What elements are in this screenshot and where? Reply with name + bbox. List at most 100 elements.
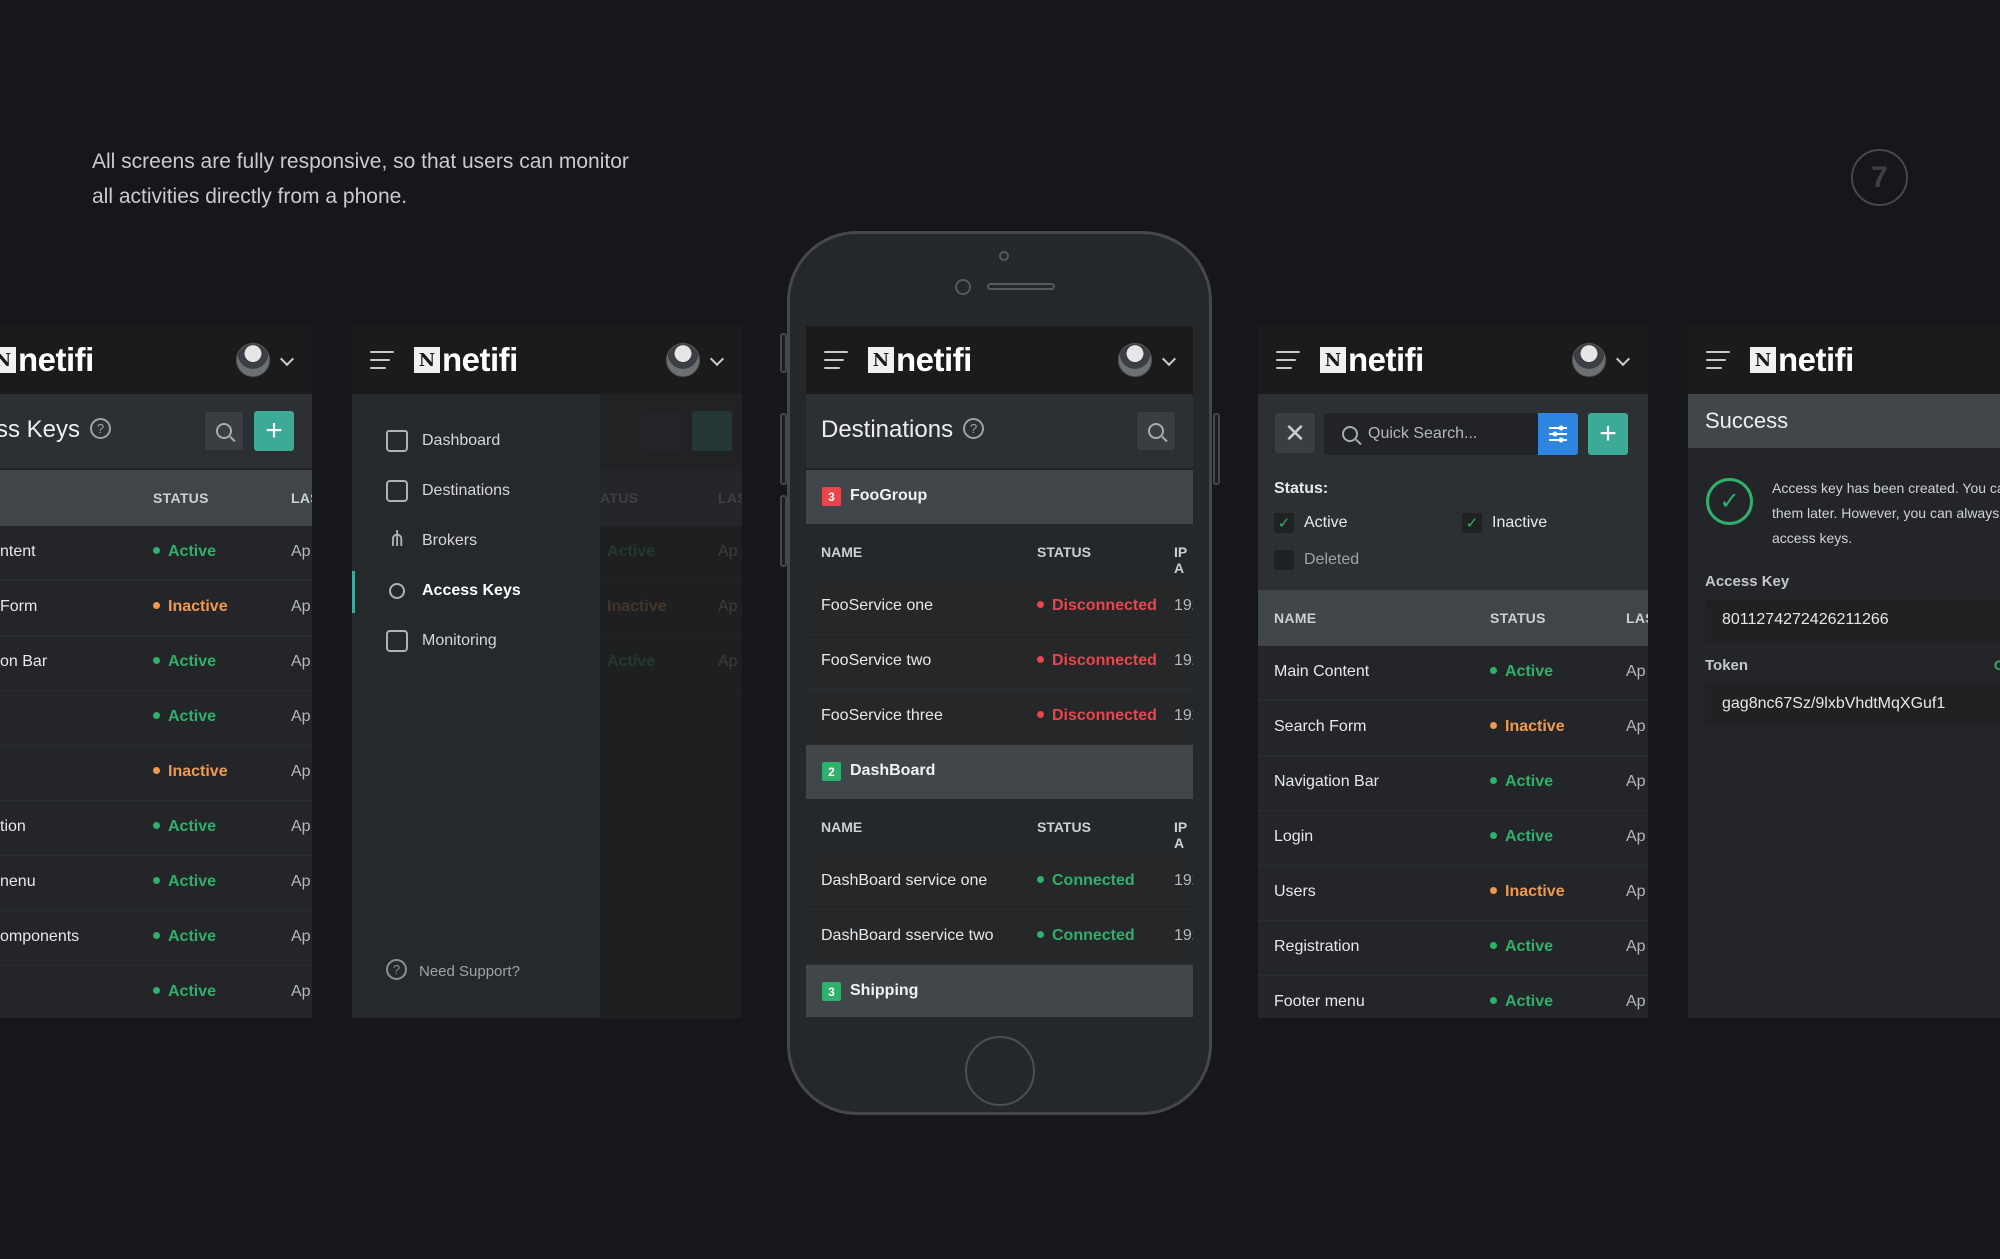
copy-token-button[interactable]: C: [1994, 657, 2000, 673]
table-row[interactable]: omponents Active Ap: [0, 911, 312, 966]
logo[interactable]: N netifi: [414, 341, 518, 378]
hamburger-menu-icon[interactable]: [1706, 351, 1730, 369]
column-status[interactable]: STATUS: [153, 490, 209, 506]
chevron-down-icon[interactable]: [1615, 351, 1631, 367]
group-header[interactable]: 3 FooGroup: [806, 470, 1193, 524]
table-row[interactable]: DashBoard service one Connected 192: [806, 855, 1193, 910]
user-avatar[interactable]: [1118, 343, 1152, 377]
user-avatar[interactable]: [1572, 343, 1606, 377]
hamburger-menu-icon[interactable]: [824, 351, 848, 369]
close-icon: ✕: [1284, 417, 1306, 448]
group-count-badge: 3: [822, 982, 841, 1001]
column-last[interactable]: LAS: [291, 490, 312, 506]
logo[interactable]: N netifi: [1320, 343, 1424, 376]
table-row[interactable]: Search Form Inactive Ap: [1258, 701, 1648, 756]
column-ip[interactable]: IP A: [1174, 819, 1193, 851]
user-avatar[interactable]: [666, 343, 700, 377]
filter-deleted-checkbox[interactable]: Deleted: [1274, 550, 1359, 570]
table-row[interactable]: Active Ap: [0, 691, 312, 746]
logo[interactable]: N netifi: [868, 343, 972, 376]
table-row[interactable]: FooService two Disconnected 192: [806, 635, 1193, 690]
search-button[interactable]: [204, 411, 244, 451]
chevron-down-icon[interactable]: [1161, 351, 1177, 367]
ip-cell: 192: [1174, 927, 1193, 944]
table-row[interactable]: Inactive Ap: [0, 746, 312, 801]
table-row[interactable]: Users Inactive Ap: [1258, 866, 1648, 921]
table-header: NAME STATUS IP A: [806, 524, 1193, 580]
logo[interactable]: N netifi: [1750, 343, 1854, 376]
table-row[interactable]: DashBoard sservice two Connected 192: [806, 910, 1193, 965]
status-badge: Active: [153, 543, 216, 561]
column-status[interactable]: STATUS: [1037, 819, 1091, 835]
sidebar-item-brokers[interactable]: Brokers: [386, 526, 477, 556]
table-row[interactable]: FooService one Disconnected 192: [806, 580, 1193, 635]
filter-inactive-checkbox[interactable]: ✓ Inactive: [1462, 513, 1547, 533]
column-name[interactable]: NAME: [821, 819, 862, 835]
help-icon[interactable]: ?: [90, 418, 112, 440]
last-cell: Ap: [1626, 718, 1646, 735]
sidebar-item-dashboard[interactable]: Dashboard: [386, 426, 500, 456]
column-ip[interactable]: IP A: [1174, 544, 1193, 576]
add-button[interactable]: +: [254, 411, 294, 451]
table-row[interactable]: ntent Active Ap: [0, 526, 312, 581]
name-cell: Main Content: [1274, 663, 1370, 680]
last-cell: Ap: [291, 543, 311, 560]
user-avatar[interactable]: [236, 343, 270, 377]
table-row[interactable]: Login Active Ap: [1258, 811, 1648, 866]
table-row[interactable]: Registration Active Ap: [1258, 921, 1648, 976]
hamburger-menu-icon[interactable]: [1276, 351, 1300, 369]
table-row[interactable]: Form Inactive Ap: [0, 581, 312, 636]
name-cell: DashBoard service one: [821, 872, 988, 889]
pulse-icon: [386, 630, 408, 652]
sidebar-item-destinations[interactable]: Destinations: [386, 476, 510, 506]
column-status[interactable]: STATUS: [1037, 544, 1091, 560]
dimmed-content[interactable]: ATUS LAS ActiveAp InactiveAp ActiveAp: [600, 394, 742, 1018]
page-title: ss Keys?: [0, 416, 112, 444]
table-row[interactable]: FooService three Disconnected 192: [806, 690, 1193, 745]
table-row[interactable]: Active Ap: [0, 966, 312, 1018]
table-row[interactable]: Footer menu Active Ap: [1258, 976, 1648, 1018]
filter-settings-button[interactable]: [1538, 413, 1578, 455]
column-name[interactable]: NAME: [1274, 610, 1316, 626]
table-row[interactable]: Navigation Bar Active Ap: [1258, 756, 1648, 811]
group-header[interactable]: 2 DashBoard: [806, 745, 1193, 799]
logo-text: netifi: [442, 341, 518, 378]
success-check-icon: ✓: [1706, 478, 1753, 525]
table-row[interactable]: Main Content Active Ap: [1258, 646, 1648, 701]
chevron-down-icon[interactable]: [279, 351, 295, 367]
chevron-down-icon[interactable]: [709, 351, 725, 367]
ip-cell: 192: [1174, 707, 1193, 724]
hamburger-menu-icon[interactable]: [370, 351, 394, 369]
sidebar-item-label: Access Keys: [422, 582, 521, 599]
name-cell: ntent: [0, 543, 36, 560]
token-field[interactable]: gag8nc67Sz/9lxbVhdtMqXGuf1: [1705, 684, 2000, 726]
ip-cell: 192: [1174, 872, 1193, 889]
page-title-text: Destinations: [821, 416, 954, 443]
table-row[interactable]: on Bar Active Ap: [0, 636, 312, 691]
column-last[interactable]: LAS: [1626, 610, 1648, 626]
quick-search-input[interactable]: Quick Search...: [1324, 413, 1538, 455]
table-row[interactable]: tion Active Ap: [0, 801, 312, 856]
add-button[interactable]: +: [1588, 413, 1628, 455]
search-icon: [1342, 426, 1358, 442]
search-button[interactable]: [1136, 411, 1176, 451]
access-key-field[interactable]: 8011274272426211266: [1705, 600, 2000, 642]
sidebar-item-monitoring[interactable]: Monitoring: [386, 626, 497, 656]
filter-active-checkbox[interactable]: ✓ Active: [1274, 513, 1348, 533]
column-name[interactable]: NAME: [821, 544, 862, 560]
table-row[interactable]: nenu Active Ap: [0, 856, 312, 911]
top-bar: N netifi: [0, 326, 312, 394]
sidebar-item-access-keys[interactable]: Access Keys: [386, 576, 521, 606]
logo[interactable]: N netifi: [0, 343, 94, 376]
help-icon[interactable]: ?: [963, 418, 985, 440]
destinations-screen: N netifi Destinations? 3 FooGroup NAME STAT…: [806, 326, 1193, 1017]
last-cell: Ap: [291, 763, 311, 780]
column-status[interactable]: STATUS: [1490, 610, 1546, 626]
name-cell: Registration: [1274, 938, 1360, 955]
phone-home-button[interactable]: [965, 1036, 1035, 1106]
plus-icon: +: [265, 414, 283, 447]
close-button[interactable]: ✕: [1275, 413, 1315, 453]
need-support-link[interactable]: ? Need Support?: [386, 959, 520, 982]
group-header[interactable]: 3 Shipping: [806, 965, 1193, 1017]
group-count-badge: 3: [822, 487, 841, 506]
